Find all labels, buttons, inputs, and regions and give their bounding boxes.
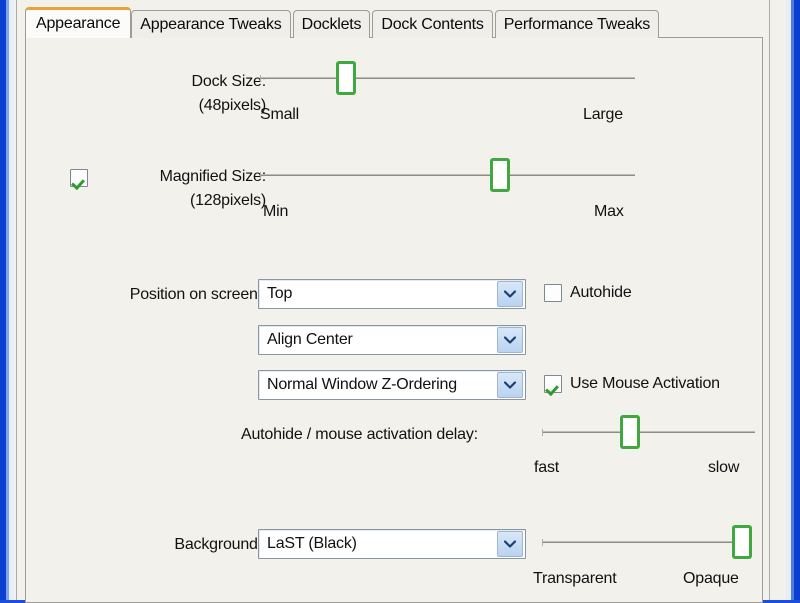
chevron-down-icon[interactable]	[497, 281, 523, 307]
slider-thumb[interactable]	[336, 61, 356, 95]
activation-delay-label: Autohide / mouse activation delay:	[241, 426, 478, 444]
dock-size-min-label: Small	[260, 106, 299, 124]
autohide-checkbox[interactable]	[544, 284, 562, 302]
opacity-slider[interactable]	[542, 525, 752, 559]
dropdown-value: Normal Window Z-Ordering	[259, 376, 497, 394]
magnified-size-min-label: Min	[263, 203, 288, 221]
use-mouse-activation-label: Use Mouse Activation	[570, 375, 720, 393]
dock-size-value-label: (48pixels)	[86, 97, 266, 115]
tab-docklets[interactable]: Docklets	[293, 10, 371, 38]
opacity-min-label: Transparent	[533, 570, 616, 588]
slider-track	[542, 431, 755, 433]
slider-track	[260, 77, 635, 79]
use-mouse-activation-checkbox[interactable]	[544, 375, 562, 393]
dock-size-slider[interactable]	[260, 61, 635, 95]
autohide-label: Autohide	[570, 284, 632, 302]
dialog-window: Appearance Appearance Tweaks Docklets Do…	[0, 0, 800, 600]
appearance-tab-panel: Dock Size: (48pixels) Small Large Magnif…	[25, 37, 763, 603]
background-dropdown[interactable]: LaST (Black)	[258, 529, 526, 559]
dock-size-max-label: Large	[583, 106, 623, 124]
alignment-dropdown[interactable]: Align Center	[258, 325, 526, 355]
chevron-down-icon[interactable]	[497, 327, 523, 353]
magnified-size-slider[interactable]	[260, 158, 635, 192]
tab-label: Performance Tweaks	[504, 16, 650, 34]
position-on-screen-dropdown[interactable]: Top	[258, 279, 526, 309]
tab-appearance[interactable]: Appearance	[25, 7, 131, 38]
chevron-down-icon[interactable]	[497, 531, 523, 557]
magnified-size-label: Magnified Size:	[106, 168, 266, 186]
tab-performance-tweaks[interactable]: Performance Tweaks	[495, 10, 659, 38]
dropdown-value: Top	[259, 285, 497, 303]
tab-label: Docklets	[302, 16, 362, 34]
opacity-max-label: Opaque	[683, 570, 739, 588]
tab-label: Appearance	[36, 15, 120, 33]
tab-strip: Appearance Appearance Tweaks Docklets Do…	[25, 7, 661, 38]
position-on-screen-label: Position on screen:	[46, 286, 262, 304]
tab-appearance-tweaks[interactable]: Appearance Tweaks	[131, 10, 290, 38]
dropdown-value: LaST (Black)	[259, 535, 497, 553]
slider-track	[260, 174, 635, 176]
dock-size-label: Dock Size:	[86, 73, 266, 91]
z-order-dropdown[interactable]: Normal Window Z-Ordering	[258, 370, 526, 400]
chevron-down-icon[interactable]	[497, 372, 523, 398]
magnified-size-max-label: Max	[594, 203, 624, 221]
tab-label: Dock Contents	[381, 16, 483, 34]
tab-dock-contents[interactable]: Dock Contents	[372, 10, 492, 38]
slider-track	[542, 541, 752, 543]
dialog-client-area: Appearance Appearance Tweaks Docklets Do…	[16, 0, 770, 600]
magnified-size-value-label: (128pixels)	[106, 192, 266, 210]
activation-delay-min-label: fast	[534, 459, 559, 477]
background-label: Background:	[86, 536, 262, 554]
slider-thumb[interactable]	[490, 158, 510, 192]
slider-thumb[interactable]	[732, 525, 752, 559]
dropdown-value: Align Center	[259, 331, 497, 349]
magnified-size-checkbox[interactable]	[70, 169, 88, 187]
slider-thumb[interactable]	[620, 415, 640, 449]
activation-delay-slider[interactable]	[542, 415, 755, 449]
tab-label: Appearance Tweaks	[140, 16, 281, 34]
activation-delay-max-label: slow	[708, 459, 739, 477]
